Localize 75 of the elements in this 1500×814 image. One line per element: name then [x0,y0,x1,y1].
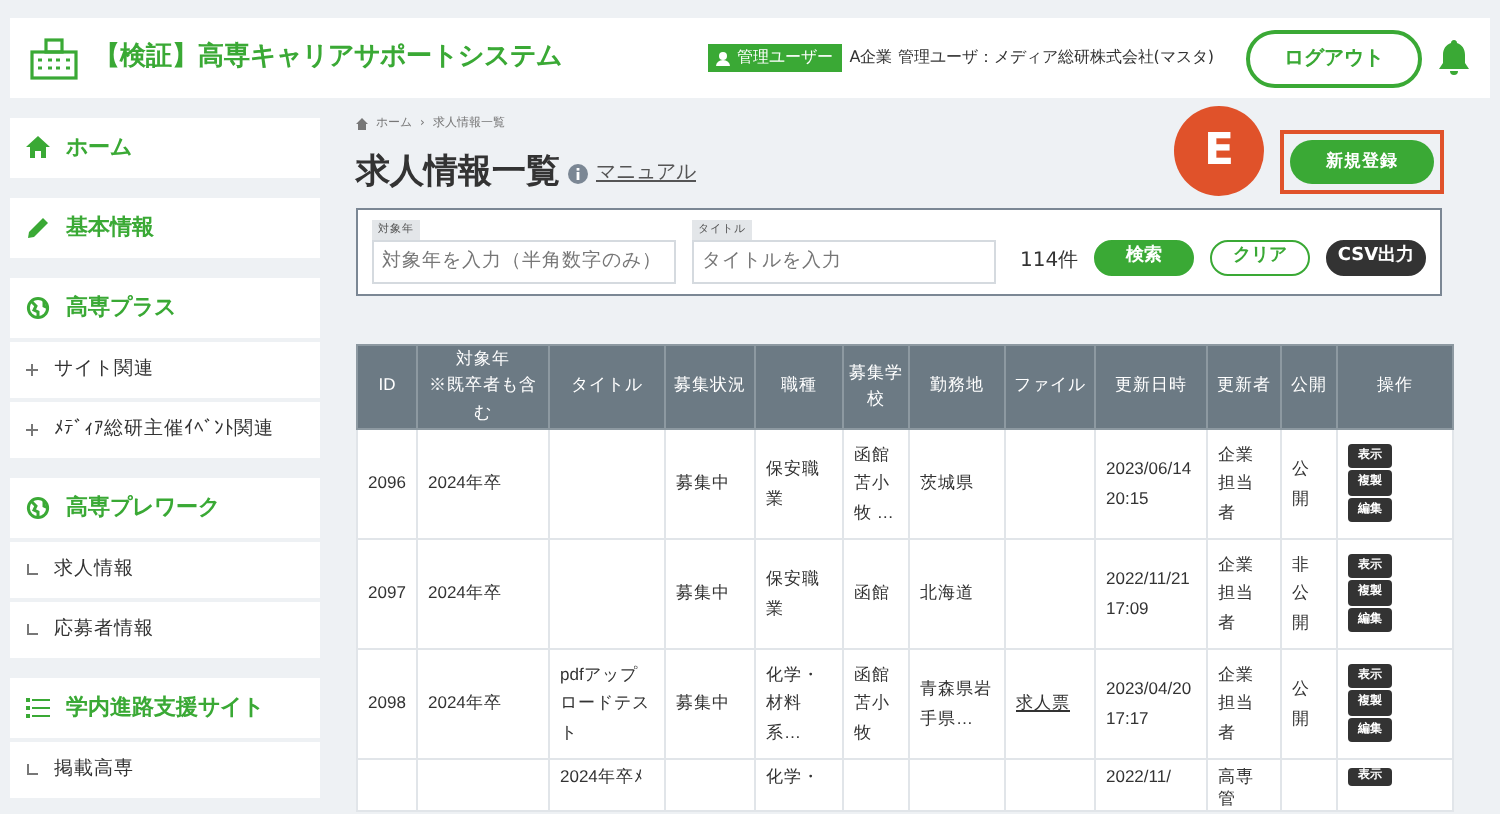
sidebar-item[interactable]: 応募者情報 [10,598,320,658]
school-building-icon [30,36,78,80]
app-title: 【検証】高専キャリアサポートシステム [94,39,562,77]
column-header: ファイル [1005,344,1095,429]
table-cell: 公開 [1281,428,1337,539]
table-cell: 募集中 [665,428,755,539]
column-header: 勤務地 [909,344,1005,429]
result-count: 114件 [1020,247,1079,276]
user-name: A企業 管理ユーザ：メディア総研株式会社(マスタ) [849,46,1214,70]
table-cell: 非公開 [1281,538,1337,649]
globe-icon [26,296,50,320]
page-title: 求人情報一覧 [356,150,560,196]
table-cell: 函館 [843,538,909,649]
table-cell: 2097 [357,538,417,649]
table-cell: 2098 [357,648,417,759]
table-cell: 化学・材料系… [755,648,843,759]
table-cell: 募集中 [665,538,755,649]
input-field[interactable]: 対象年を入力（半角数字のみ） [372,239,676,284]
column-header: 操作 [1337,344,1453,429]
list-icon [26,696,50,720]
table-cell: 2024年卒 [417,538,549,649]
table-cell: 2096 [357,428,417,539]
sidebar-item[interactable]: サイト関連 [10,338,320,398]
home-icon [356,117,368,129]
column-header: 職種 [755,344,843,429]
table-cell: pdfアップロードテスト [549,648,665,759]
column-header: 更新者 [1207,344,1281,429]
globe-icon [26,496,50,520]
table-cell: 化学・ [755,758,843,811]
table-cell: 2023/04/20 17:17 [1095,648,1207,759]
annotation-marker: E [1174,106,1264,196]
sidebar-item[interactable]: ﾒﾃﾞｨｱ総研主催ｲﾍﾞﾝﾄ関連 [10,398,320,458]
table-cell: 2023/06/14 20:15 [1095,428,1207,539]
table-cell: 企業担当者 [1207,538,1281,649]
corner-icon [26,564,38,576]
user-icon [715,51,730,65]
table-cell: 募集中 [665,648,755,759]
info-icon [568,163,588,184]
plus-icon [26,364,38,376]
table-cell: 函館苫小牧 … [843,428,909,539]
home-icon [26,136,50,160]
table-cell: 茨城県 [909,428,1005,539]
sidebar-item[interactable]: 求人情報 [10,538,320,598]
column-header: ID [357,344,417,429]
table-cell: 公開 [1281,648,1337,759]
bell-icon [1438,40,1470,76]
file-link[interactable]: 求人票 [1016,692,1070,713]
table-cell: 2024年卒 [417,428,549,539]
table-cell: 企業担当者 [1207,428,1281,539]
table-cell: 2022/11/ [1095,758,1207,811]
column-header: 募集学校 [843,344,909,429]
column-header: 更新日時 [1095,344,1207,429]
action-button[interactable]: CSV出力 [1326,239,1426,276]
manual-link[interactable]: マニュアル [596,158,696,189]
input-field[interactable]: タイトルを入力 [692,239,996,284]
column-header: タイトル [549,344,665,429]
column-header: 募集状況 [665,344,755,429]
corner-icon [26,624,38,636]
column-header: 対象年 ※既卒者も含む [417,344,549,429]
table-cell: 北海道 [909,538,1005,649]
table-cell: 保安職業 [755,538,843,649]
table-cell: 2024年卒 [417,648,549,759]
table-cell: 2022/11/21 17:09 [1095,538,1207,649]
corner-icon [26,764,38,776]
pencil-icon [26,216,50,240]
column-header: 公開 [1281,344,1337,429]
role-badge: 管理ユーザー [707,44,842,72]
plus-icon [26,424,38,436]
sidebar-item[interactable]: 掲載高専 [10,738,320,798]
table-cell: 企業担当者 [1207,648,1281,759]
table-cell: 2024年卒ﾒ [549,758,665,811]
table-cell: 高専管 [1207,758,1281,811]
table-cell: 函館苫小牧 [843,648,909,759]
table-cell: 保安職業 [755,428,843,539]
table-cell: 青森県岩手県… [909,648,1005,759]
